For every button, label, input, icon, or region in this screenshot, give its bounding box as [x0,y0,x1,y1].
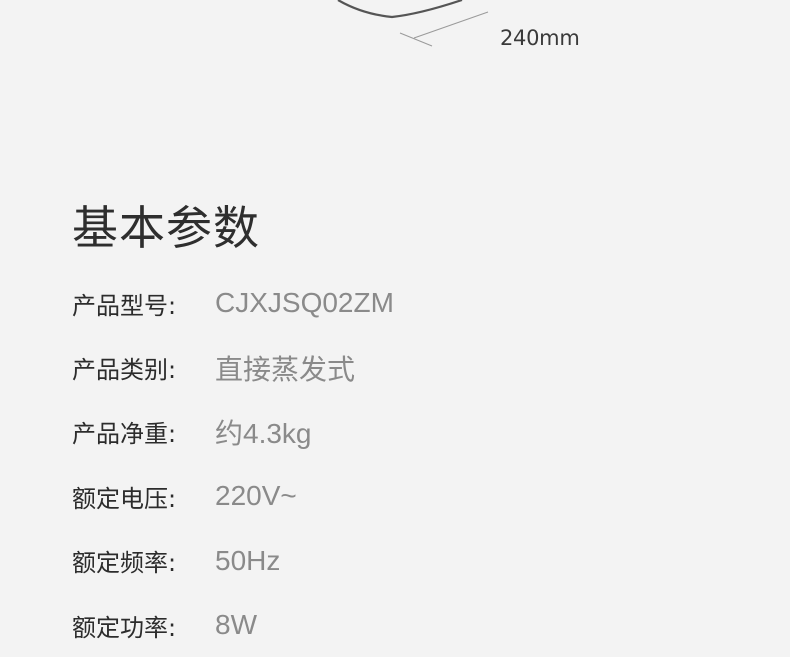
product-outline-drawing [337,0,489,47]
section-title: 基本参数 [72,201,260,255]
product-base-edge [337,0,463,19]
spec-value: CJXJSQ02ZM [215,287,394,319]
spec-label: 产品类别: [72,356,177,385]
spec-label: 额定电压: [72,484,177,513]
spec-row-model: 产品型号: CJXJSQ02ZM [72,271,772,335]
spec-value: 直接蒸发式 [215,353,356,385]
spec-row-frequency: 额定频率: 50Hz [72,529,772,593]
spec-row-power: 额定功率: 8W [72,593,772,657]
spec-label: 额定功率: [72,613,177,642]
spec-value: 50Hz [215,544,281,576]
spec-value: 220V~ [215,480,297,512]
spec-label: 产品净重: [72,420,177,449]
spec-row-weight: 产品净重: 约4.3kg [72,400,772,464]
spec-list: 产品型号: CJXJSQ02ZM 产品类别: 直接蒸发式 产品净重: 约4.3k… [72,271,772,657]
width-dimension-label: 240mm [500,26,580,50]
spec-row-category: 产品类别: 直接蒸发式 [72,335,772,399]
dimension-line [413,11,489,39]
spec-row-voltage: 额定电压: 220V~ [72,464,772,528]
dimension-extension-line [399,32,433,47]
spec-value: 8W [215,609,257,641]
spec-label: 产品型号: [72,291,177,320]
spec-label: 额定频率: [72,549,177,578]
product-dimension-diagram: 240mm [0,0,790,70]
spec-value: 约4.3kg [215,417,312,449]
